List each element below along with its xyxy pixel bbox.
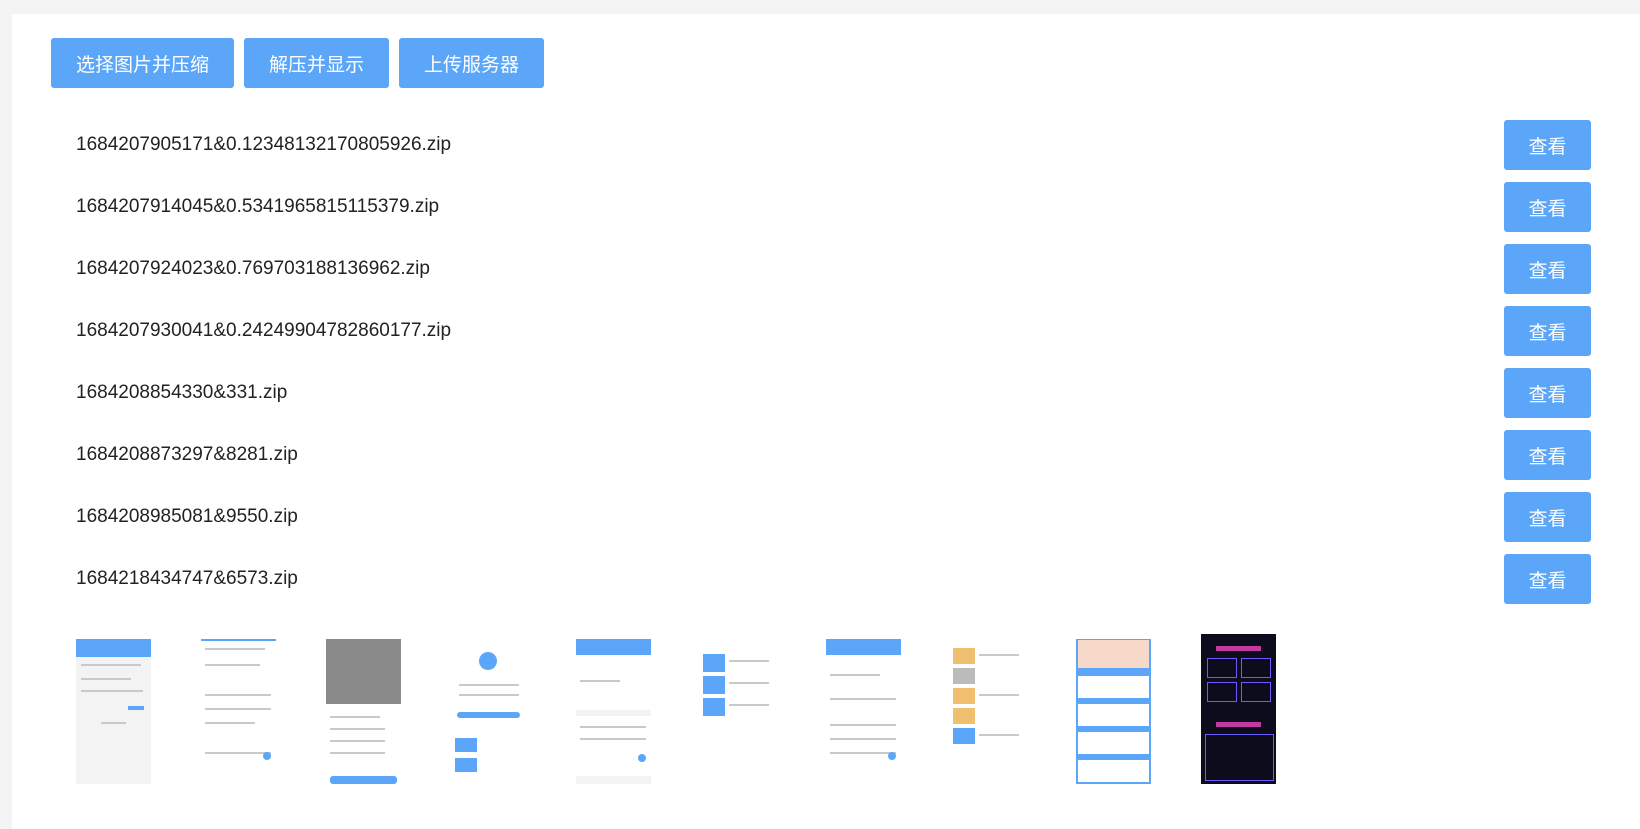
thumbnail-image[interactable] bbox=[826, 634, 901, 784]
file-name: 1684207905171&0.12348132170805926.zip bbox=[76, 134, 452, 155]
file-name: 1684208854330&331.zip bbox=[76, 382, 288, 403]
file-row: 1684208985081&9550.zip 查看 bbox=[12, 492, 1640, 542]
file-row: 1684208854330&331.zip 查看 bbox=[12, 368, 1640, 418]
file-row: 1684207905171&0.12348132170805926.zip 查看 bbox=[12, 120, 1640, 170]
thumbnail-image[interactable] bbox=[576, 634, 651, 784]
view-button[interactable]: 查看 bbox=[1504, 430, 1591, 480]
file-row: 1684207914045&0.5341965815115379.zip 查看 bbox=[12, 182, 1640, 232]
thumbnail-image[interactable] bbox=[1201, 634, 1276, 784]
view-button[interactable]: 查看 bbox=[1504, 120, 1591, 170]
thumbnail-image[interactable] bbox=[201, 634, 276, 784]
select-compress-button[interactable]: 选择图片并压缩 bbox=[51, 38, 235, 88]
main-panel: 选择图片并压缩 解压并显示 上传服务器 1684207905171&0.1234… bbox=[12, 14, 1640, 829]
file-name: 1684207914045&0.5341965815115379.zip bbox=[76, 196, 440, 217]
thumbnail-image[interactable] bbox=[1076, 634, 1151, 784]
toolbar: 选择图片并压缩 解压并显示 上传服务器 bbox=[51, 38, 545, 88]
view-button[interactable]: 查看 bbox=[1504, 554, 1591, 604]
view-button[interactable]: 查看 bbox=[1504, 244, 1591, 294]
file-name: 1684208985081&9550.zip bbox=[76, 506, 298, 527]
file-row: 1684207930041&0.24249904782860177.zip 查看 bbox=[12, 306, 1640, 356]
view-button[interactable]: 查看 bbox=[1504, 368, 1591, 418]
thumbnail-image[interactable] bbox=[951, 634, 1026, 784]
file-name: 1684218434747&6573.zip bbox=[76, 568, 298, 589]
thumbnail-image[interactable] bbox=[701, 634, 776, 784]
upload-server-button[interactable]: 上传服务器 bbox=[399, 38, 545, 88]
view-button[interactable]: 查看 bbox=[1504, 182, 1591, 232]
thumbnail-image[interactable] bbox=[451, 634, 526, 784]
file-name: 1684207924023&0.769703188136962.zip bbox=[76, 258, 430, 279]
view-button[interactable]: 查看 bbox=[1504, 306, 1591, 356]
thumbnail-image[interactable] bbox=[76, 634, 151, 784]
file-row: 1684207924023&0.769703188136962.zip 查看 bbox=[12, 244, 1640, 294]
decompress-show-button[interactable]: 解压并显示 bbox=[244, 38, 390, 88]
view-button[interactable]: 查看 bbox=[1504, 492, 1591, 542]
file-row: 1684218434747&6573.zip 查看 bbox=[12, 554, 1640, 604]
thumbnail-image[interactable] bbox=[326, 634, 401, 784]
file-name: 1684208873297&8281.zip bbox=[76, 444, 298, 465]
file-row: 1684208873297&8281.zip 查看 bbox=[12, 430, 1640, 480]
file-name: 1684207930041&0.24249904782860177.zip bbox=[76, 320, 452, 341]
